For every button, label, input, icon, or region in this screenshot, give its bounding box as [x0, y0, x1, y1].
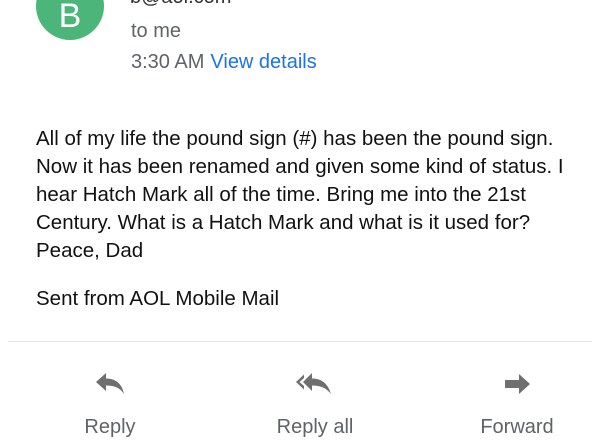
- recipient-line[interactable]: to me: [131, 20, 181, 43]
- reply-all-button[interactable]: Reply all: [255, 342, 375, 447]
- message-header: B b@aol.com to me 3:30 AM View details: [0, 0, 600, 90]
- view-details-link[interactable]: View details: [210, 51, 316, 74]
- avatar[interactable]: B: [36, 0, 104, 40]
- reply-all-label: Reply all: [276, 416, 354, 438]
- reply-label: Reply: [84, 416, 136, 438]
- forward-icon: [501, 370, 533, 400]
- message-time: 3:30 AM: [131, 51, 205, 73]
- reply-all-icon: [295, 370, 335, 400]
- forward-button[interactable]: Forward: [462, 342, 572, 447]
- message-body: All of my life the pound sign (#) has be…: [36, 127, 564, 262]
- forward-label: Forward: [480, 416, 554, 438]
- action-bar: Reply Reply all Forward: [0, 342, 600, 447]
- avatar-letter: B: [58, 0, 82, 35]
- timestamp-row: 3:30 AM View details: [131, 51, 317, 74]
- message-signature: Sent from AOL Mobile Mail: [36, 287, 280, 310]
- reply-icon: [94, 370, 126, 400]
- reply-button[interactable]: Reply: [60, 342, 160, 447]
- recipient-text: to me: [131, 20, 182, 42]
- sender-email[interactable]: b@aol.com: [130, 0, 231, 9]
